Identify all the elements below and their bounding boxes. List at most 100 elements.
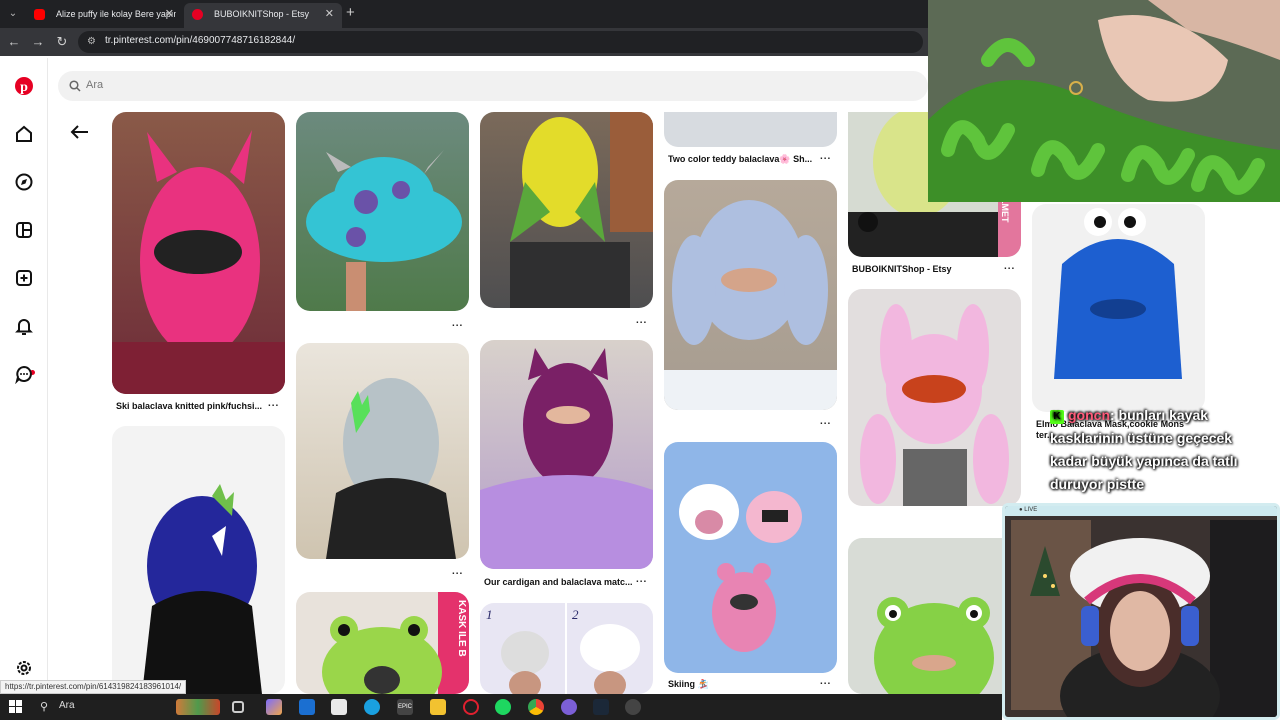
obs-icon[interactable]	[625, 699, 641, 715]
site-info-icon[interactable]: ⚙	[87, 35, 101, 49]
helmet-steps-illustration: 1 2	[486, 603, 640, 694]
pin-image-monster-bucket-hat[interactable]	[296, 112, 469, 311]
taskbar-search-icon[interactable]: ⚲	[40, 700, 48, 713]
spotify-icon[interactable]	[495, 699, 511, 715]
address-url[interactable]: tr.pinterest.com/pin/469007748716182844/	[105, 35, 295, 46]
pin-image-skiing-group[interactable]	[664, 442, 837, 673]
pin-image-pink-bunny-goggles[interactable]	[848, 289, 1021, 506]
pin-image-bunny-balaclava[interactable]	[664, 180, 837, 410]
pin-more-options[interactable]: ...	[636, 315, 647, 326]
knitting-camera-overlay	[928, 0, 1280, 202]
windows-taskbar: ⚲ Ara EPIC	[0, 694, 1002, 720]
search-placeholder[interactable]: Ara	[86, 79, 103, 91]
pin-title[interactable]: Ski balaclava knitted pink/fuchsi...	[116, 401, 264, 411]
close-tab-icon[interactable]: ✕	[165, 3, 174, 25]
kask-overlay-label: KASK ILE B	[456, 600, 467, 657]
step-2-label: 2	[572, 607, 579, 622]
pinterest-logo-icon[interactable]: p	[14, 76, 34, 96]
pin-more-options[interactable]: ...	[820, 676, 831, 687]
pin-more-options[interactable]: ...	[452, 318, 463, 329]
pin-image-frog-helmet[interactable]: KASK ILE B	[296, 592, 469, 694]
pin-image-dino-spike-balaclava[interactable]	[296, 343, 469, 559]
frog-balaclava-illustration	[874, 597, 994, 694]
store-icon[interactable]	[331, 699, 347, 715]
live-badge: ● LIVE	[1019, 507, 1038, 513]
pin-more-options[interactable]: ...	[636, 574, 647, 585]
tab-search-dropdown-icon[interactable]: ⌄	[4, 5, 22, 23]
boards-icon[interactable]	[14, 220, 34, 240]
pin-more-options[interactable]: ...	[820, 151, 831, 162]
pin-title[interactable]: Our cardigan and balaclava matc...	[484, 577, 632, 587]
pin-image-purple-cat-balaclava[interactable]	[480, 340, 653, 569]
pinterest-sidebar: p	[0, 58, 48, 694]
notifications-bell-icon[interactable]	[14, 316, 34, 336]
pin-image-corn-balaclava[interactable]	[480, 112, 653, 308]
stream-chat-message: Kgoncn: bunları kayak kasklarinin üstüne…	[1046, 402, 1270, 498]
kick-badge-icon: K	[1050, 410, 1064, 424]
back-icon[interactable]: ←	[6, 34, 22, 50]
steam-icon[interactable]	[593, 699, 609, 715]
pinterest-favicon-icon	[192, 9, 203, 20]
pin-image-dino-hood[interactable]	[112, 426, 285, 694]
forward-icon[interactable]: →	[30, 34, 46, 50]
knitting-hands-image	[928, 0, 1280, 202]
new-tab-button[interactable]: +	[346, 4, 355, 22]
edge-icon[interactable]	[364, 699, 380, 715]
create-plus-icon[interactable]	[14, 268, 34, 288]
streamer-webcam-image	[1005, 506, 1277, 717]
outlook-icon[interactable]	[299, 699, 315, 715]
pin-title[interactable]: BUBOIKNITShop - Etsy	[852, 264, 1000, 274]
task-view-icon[interactable]	[232, 701, 244, 713]
opera-icon[interactable]	[463, 699, 479, 715]
pin-more-options[interactable]: ...	[452, 566, 463, 577]
cookie-monster-balaclava-illustration	[1054, 208, 1182, 379]
settings-gear-icon[interactable]	[14, 658, 34, 678]
chat-line: Kgoncn: bunları kayak kasklarinin üstüne…	[1050, 404, 1266, 496]
pin-image-frog-balaclava[interactable]	[848, 538, 1021, 694]
explore-compass-icon[interactable]	[14, 172, 34, 192]
status-bar-url: https://tr.pinterest.com/pin/61431982418…	[0, 680, 187, 694]
tab-title: Alize puffy ile kolay Bere yapımı	[56, 9, 176, 19]
pin-image-pink-balaclava[interactable]	[112, 112, 285, 394]
grey-dino-balaclava-illustration	[326, 378, 456, 559]
back-arrow-icon[interactable]	[66, 122, 94, 142]
pin-image-helmet-cover-steps[interactable]: 1 2	[480, 603, 653, 694]
taskbar-widget-icon[interactable]	[176, 699, 220, 715]
monster-hat-illustration	[306, 150, 462, 311]
epic-games-icon[interactable]: EPIC	[397, 699, 413, 715]
streamer-webcam-overlay: ● LIVE	[1002, 503, 1280, 720]
browser-tab-pinterest[interactable]: BUBOIKNITShop - Etsy ✕	[184, 3, 342, 28]
browser-tab-bar: ⌄ Alize puffy ile kolay Bere yapımı ✕ BU…	[0, 0, 928, 28]
blue-bunny-balaclava-illustration	[664, 200, 837, 410]
copilot-icon[interactable]	[266, 699, 282, 715]
reload-icon[interactable]: ↻	[54, 34, 70, 50]
svg-text:p: p	[20, 80, 28, 95]
search-bar[interactable]: Ara	[58, 71, 928, 101]
tab-title: BUBOIKNITShop - Etsy	[214, 9, 310, 19]
browser-toolbar: ← → ↻ ⚙ tr.pinterest.com/pin/46900774871…	[0, 28, 928, 56]
windows-start-icon[interactable]	[9, 700, 22, 713]
step-1-label: 1	[486, 607, 493, 622]
address-bar[interactable]: ⚙ tr.pinterest.com/pin/46900774871618284…	[78, 31, 923, 53]
pin-title[interactable]: Two color teddy balaclava🌸 Sh...	[668, 154, 816, 165]
pin-more-options[interactable]: ...	[268, 398, 279, 409]
pin-more-options[interactable]: ...	[1004, 261, 1015, 272]
pin-more-options[interactable]: ...	[820, 416, 831, 427]
home-icon[interactable]	[14, 124, 34, 144]
ski-group-illustration	[679, 484, 802, 652]
search-icon	[69, 80, 81, 92]
corn-balaclava-illustration	[510, 112, 653, 308]
taskbar-search-label[interactable]: Ara	[59, 700, 75, 711]
pin-title[interactable]: Skiing 🏂	[668, 679, 816, 690]
discord-icon[interactable]	[561, 699, 577, 715]
youtube-icon	[34, 9, 45, 20]
messages-icon[interactable]	[14, 364, 34, 384]
purple-balaclava-illustration	[480, 348, 653, 569]
pin-image-teddy-balaclava[interactable]	[664, 112, 837, 147]
pin-image-cookie-monster-balaclava[interactable]	[1032, 204, 1205, 412]
file-explorer-icon[interactable]	[430, 699, 446, 715]
close-tab-icon[interactable]: ✕	[325, 3, 334, 25]
chrome-icon[interactable]	[528, 699, 544, 715]
pink-horned-balaclava-illustration	[112, 130, 285, 394]
browser-tab-youtube[interactable]: Alize puffy ile kolay Bere yapımı ✕	[26, 3, 182, 28]
